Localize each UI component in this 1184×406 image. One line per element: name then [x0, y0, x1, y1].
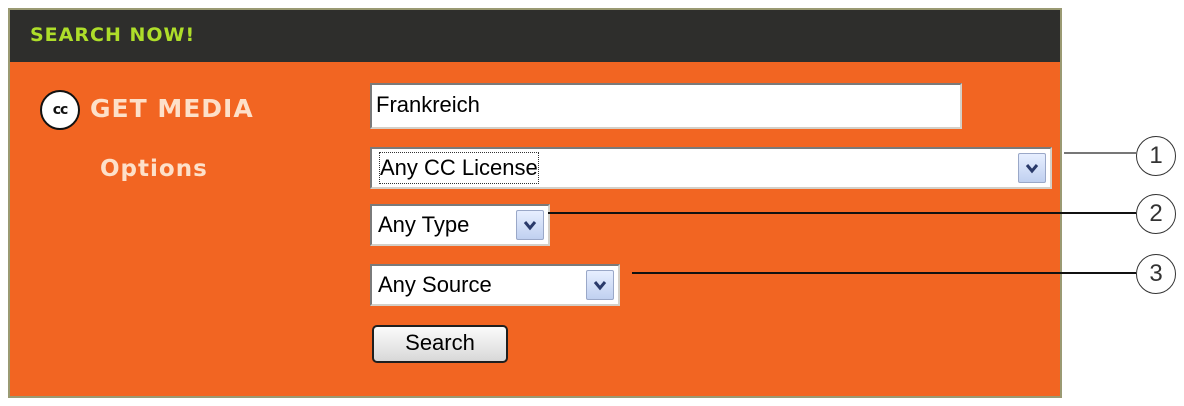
cc-logo-icon: cc — [40, 90, 80, 130]
get-media-heading: GET MEDIA — [90, 94, 254, 123]
source-dropdown-button[interactable] — [586, 270, 614, 300]
callout-line-1 — [1064, 152, 1136, 154]
options-link[interactable]: Options — [100, 156, 208, 182]
type-dropdown-button[interactable] — [516, 210, 544, 240]
search-panel: SEARCH NOW! cc GET MEDIA Options Frankre… — [8, 8, 1062, 398]
callout-1: 1 — [1136, 136, 1176, 176]
callout-line-2 — [548, 212, 1136, 214]
search-button[interactable]: Search — [372, 325, 508, 363]
license-dropdown-button[interactable] — [1018, 153, 1046, 183]
source-select-value: Any Source — [378, 272, 492, 297]
cc-logo-text: cc — [52, 102, 69, 118]
search-input[interactable]: Frankreich — [370, 83, 962, 129]
callout-line-3 — [632, 272, 1136, 274]
chevron-down-icon — [593, 281, 607, 291]
chevron-down-icon — [1025, 164, 1039, 174]
license-select-value: Any CC License — [379, 152, 539, 184]
type-select[interactable]: Any Type — [370, 204, 550, 246]
license-select[interactable]: Any CC License — [370, 147, 1052, 189]
callout-3: 3 — [1136, 254, 1176, 294]
panel-header: SEARCH NOW! — [10, 10, 1060, 62]
type-select-value: Any Type — [378, 212, 470, 237]
chevron-down-icon — [523, 221, 537, 231]
header-title: SEARCH NOW! — [30, 24, 196, 46]
callout-2: 2 — [1136, 194, 1176, 234]
source-select[interactable]: Any Source — [370, 264, 620, 306]
